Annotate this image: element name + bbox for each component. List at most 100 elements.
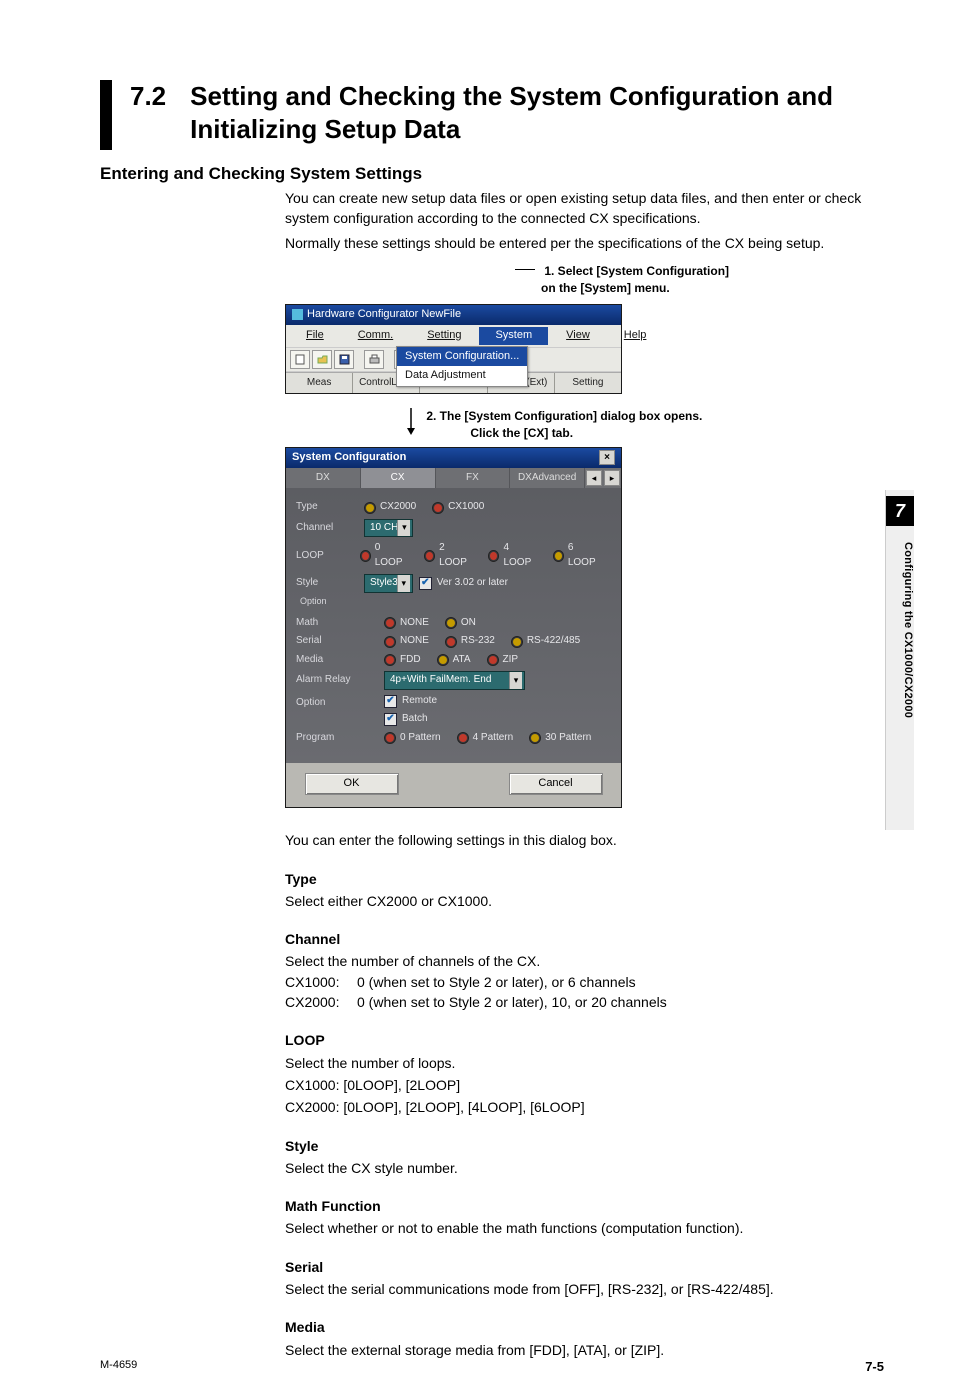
radio-program-0[interactable]: 0 Pattern [384, 731, 441, 746]
heading-media: Media [285, 1317, 884, 1337]
text-type: Select either CX2000 or CX1000. [285, 891, 884, 911]
dropdown-system-configuration[interactable]: System Configuration... [397, 347, 527, 367]
dlg-tab-dxadvanced[interactable]: DXAdvanced [510, 468, 585, 489]
loop-cx2000: CX2000: [0LOOP], [2LOOP], [4LOOP], [6LOO… [285, 1097, 884, 1117]
channel-cx1000-key: CX1000: [285, 972, 357, 992]
footer-doc-id: M-4659 [100, 1359, 137, 1374]
radio-serial-rs422[interactable]: RS-422/485 [511, 634, 580, 649]
menu-comm[interactable]: Comm. [342, 327, 409, 345]
radio-media-zip[interactable]: ZIP [487, 653, 519, 668]
ok-button[interactable]: OK [305, 773, 399, 795]
radio-6loop[interactable]: 6 LOOP [553, 541, 601, 570]
text-media: Select the external storage media from [… [285, 1340, 884, 1360]
callout-1-line1: 1. Select [System Configuration] [544, 264, 729, 278]
menu-view[interactable]: View [550, 327, 606, 345]
tab-next-icon[interactable]: ▸ [604, 470, 620, 486]
lbl-math: Math [296, 616, 358, 631]
after-dialog-text: You can enter the following settings in … [285, 830, 884, 850]
intro-p1: You can create new setup data files or o… [285, 188, 884, 229]
app-window: Hardware Configurator NewFile File Comm.… [285, 304, 622, 394]
heading-loop: LOOP [285, 1030, 884, 1050]
dropdown-data-adjustment[interactable]: Data Adjustment [397, 366, 527, 386]
select-alarm-relay[interactable]: 4p+With FailMem. End [384, 671, 525, 690]
system-dropdown: System Configuration... Data Adjustment [396, 346, 528, 388]
app-menubar: File Comm. Setting System View Help [286, 325, 621, 347]
callout-tick-icon [515, 269, 535, 270]
dialog-titlebar: System Configuration × [286, 448, 621, 468]
dlg-tab-dx[interactable]: DX [286, 468, 361, 489]
radio-media-fdd[interactable]: FDD [384, 653, 421, 668]
text-style: Select the CX style number. [285, 1158, 884, 1178]
radio-math-on[interactable]: ON [445, 616, 476, 631]
dlg-tab-cx[interactable]: CX [361, 468, 436, 489]
dialog-body: Type CX2000 CX1000 Channel 10 CH LOOP 0 … [286, 488, 621, 763]
radio-program-30[interactable]: 30 Pattern [529, 731, 591, 746]
text-math: Select whether or not to enable the math… [285, 1218, 884, 1238]
lbl-serial: Serial [296, 634, 358, 649]
subsection-heading: Entering and Checking System Settings [100, 164, 884, 184]
heading-style: Style [285, 1136, 884, 1156]
tb-save-icon[interactable] [334, 350, 354, 369]
lbl-channel: Channel [296, 521, 358, 536]
text-loop: Select the number of loops. [285, 1053, 884, 1073]
select-channel[interactable]: 10 CH [364, 519, 413, 538]
radio-math-none[interactable]: NONE [384, 616, 429, 631]
app-titlebar: Hardware Configurator NewFile [286, 305, 621, 325]
callout-1: 1. Select [System Configuration] on the … [515, 263, 884, 298]
dialog-tabs: DX CX FX DXAdvanced ◂ ▸ [286, 468, 621, 489]
radio-4loop[interactable]: 4 LOOP [488, 541, 536, 570]
radio-serial-rs232[interactable]: RS-232 [445, 634, 495, 649]
app-toolbar: System Configuration... Data Adjustment [286, 347, 621, 372]
down-arrow-icon [405, 408, 417, 436]
menu-help[interactable]: Help [608, 327, 663, 345]
app-icon [292, 309, 303, 320]
menu-setting[interactable]: Setting [411, 327, 477, 345]
radio-0loop[interactable]: 0 LOOP [360, 541, 408, 570]
tb-new-icon[interactable] [290, 350, 310, 369]
tb-print-icon[interactable] [364, 350, 384, 369]
callout-2-line2: Click the [CX] tab. [470, 425, 702, 442]
lbl-alarm-relay: Alarm Relay [296, 673, 358, 688]
tab-prev-icon[interactable]: ◂ [586, 470, 602, 486]
dialog-button-bar: OK Cancel [286, 763, 621, 807]
radio-cx2000[interactable]: CX2000 [364, 500, 416, 515]
lbl-style: Style [296, 576, 358, 591]
dlg-tab-fx[interactable]: FX [436, 468, 511, 489]
loop-cx1000: CX1000: [0LOOP], [2LOOP] [285, 1075, 884, 1095]
intro-p2: Normally these settings should be entere… [285, 233, 884, 253]
tab-meas[interactable]: Meas [286, 373, 353, 394]
system-configuration-dialog: System Configuration × DX CX FX DXAdvanc… [285, 447, 622, 808]
lbl-program: Program [296, 731, 358, 746]
page-footer: M-4659 7-5 [0, 1359, 954, 1374]
radio-program-4[interactable]: 4 Pattern [457, 731, 514, 746]
section-number: 7.2 [130, 80, 166, 113]
chk-version[interactable]: ✔Ver 3.02 or later [419, 576, 508, 591]
radio-media-ata[interactable]: ATA [437, 653, 471, 668]
close-icon[interactable]: × [599, 450, 615, 465]
lbl-style-option: Option [296, 595, 362, 608]
tab-setting[interactable]: Setting [555, 373, 621, 394]
text-channel: Select the number of channels of the CX. [285, 951, 884, 971]
lbl-loop: LOOP [296, 549, 354, 564]
chapter-label: Configuring the CX1000/CX2000 [886, 538, 914, 718]
chk-remote[interactable]: ✔Remote [384, 694, 437, 709]
channel-cx2000-key: CX2000: [285, 992, 357, 1012]
lbl-option: Option [296, 694, 358, 711]
chk-batch[interactable]: ✔Batch [384, 712, 437, 727]
channel-cx1000-val: 0 (when set to Style 2 or later), or 6 c… [357, 972, 636, 992]
menu-file[interactable]: File [290, 327, 340, 345]
select-style[interactable]: Style3 [364, 574, 413, 593]
tb-open-icon[interactable] [312, 350, 332, 369]
radio-cx1000[interactable]: CX1000 [432, 500, 484, 515]
radio-serial-none[interactable]: NONE [384, 634, 429, 649]
section-title: Setting and Checking the System Configur… [190, 80, 884, 145]
callout-2-line1: 2. The [System Configuration] dialog box… [426, 409, 702, 423]
radio-2loop[interactable]: 2 LOOP [424, 541, 472, 570]
heading-math: Math Function [285, 1196, 884, 1216]
app-title: Hardware Configurator NewFile [307, 307, 461, 323]
menu-system[interactable]: System [479, 327, 548, 345]
cancel-button[interactable]: Cancel [509, 773, 603, 795]
lbl-type: Type [296, 500, 358, 515]
chapter-number: 7 [886, 496, 914, 526]
text-serial: Select the serial communications mode fr… [285, 1279, 884, 1299]
